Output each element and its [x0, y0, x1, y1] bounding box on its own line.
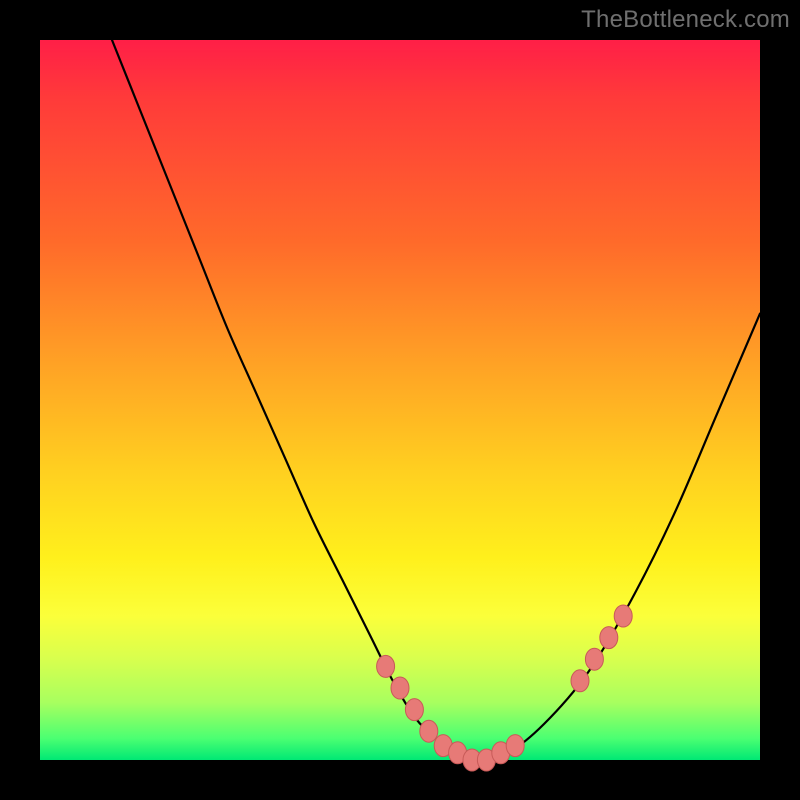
- curve-marker: [405, 699, 423, 721]
- chart-frame: TheBottleneck.com: [0, 0, 800, 800]
- curve-marker: [391, 677, 409, 699]
- curve-marker: [571, 670, 589, 692]
- plot-area: [40, 40, 760, 760]
- curve-markers: [377, 605, 633, 771]
- curve-marker: [377, 655, 395, 677]
- curve-layer: [40, 40, 760, 760]
- watermark-text: TheBottleneck.com: [581, 6, 790, 34]
- bottleneck-curve: [112, 40, 760, 760]
- curve-marker: [585, 648, 603, 670]
- curve-marker: [614, 605, 632, 627]
- curve-marker: [600, 627, 618, 649]
- curve-marker: [420, 720, 438, 742]
- curve-marker: [506, 735, 524, 757]
